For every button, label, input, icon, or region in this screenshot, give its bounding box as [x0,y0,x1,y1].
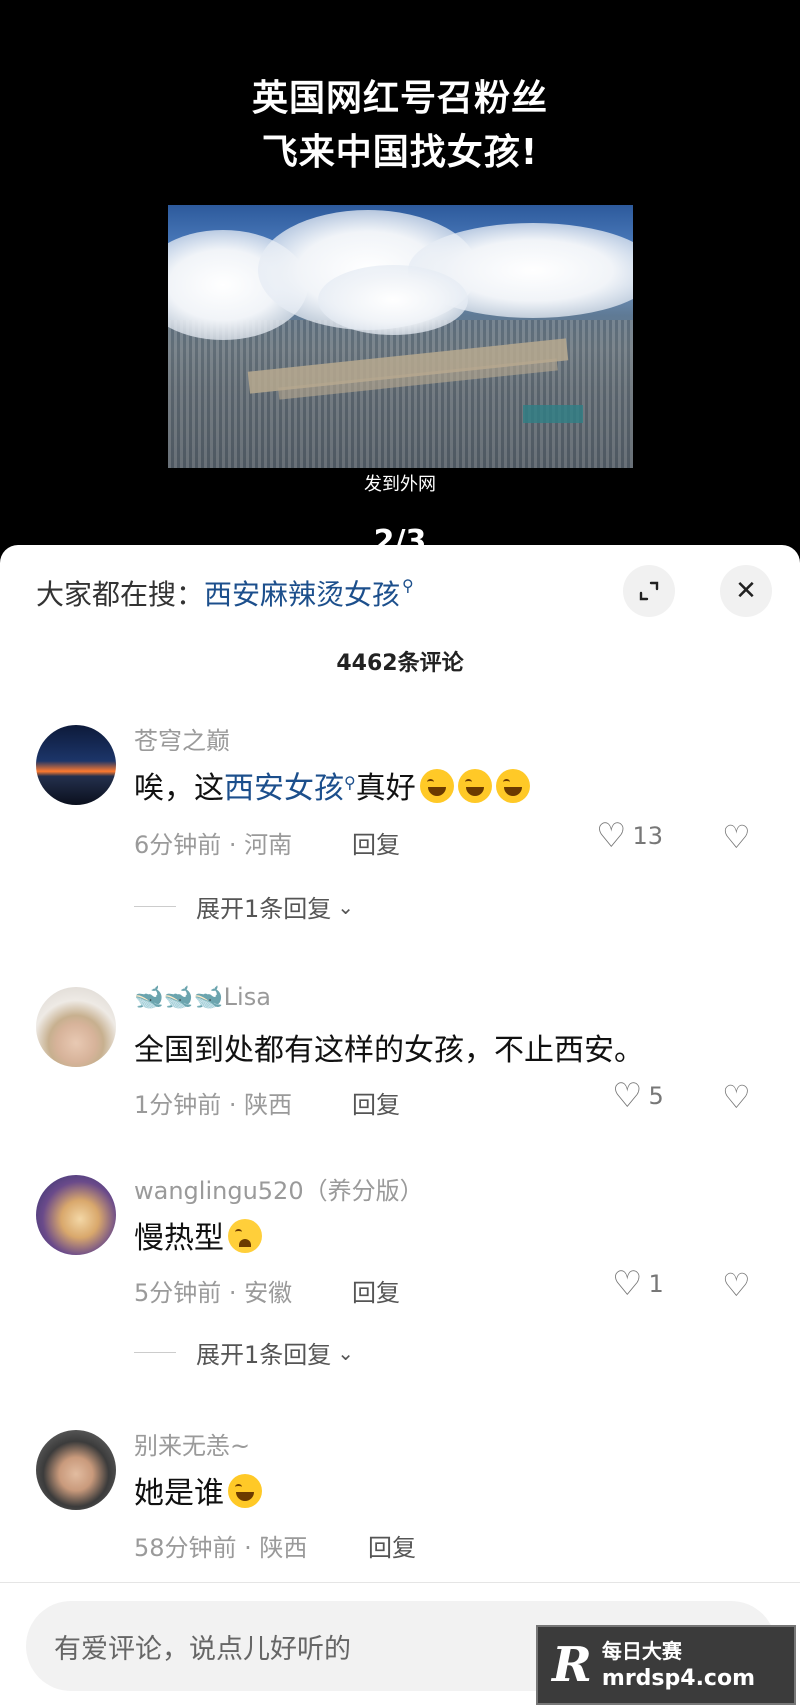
comment-username[interactable]: 🐋🐋🐋Lisa [134,983,271,1011]
dislike-heart-icon[interactable]: ♡ [722,1269,751,1301]
laughing-crying-emoji-icon [457,769,492,803]
comment-text: 她是谁 [134,1468,262,1512]
trending-search-label: 大家都在搜： [36,578,205,611]
watermark-name: 每日大赛 [601,1639,682,1663]
reply-button[interactable]: 回复 [368,1528,416,1563]
keyword-link[interactable]: 西安女孩 [224,771,344,806]
video-area[interactable]: 英国网红号召粉丝 飞来中国找女孩! 发到外网 2/3 [0,0,800,560]
heart-icon: ♡ [612,1264,643,1304]
reply-button[interactable]: 回复 [352,825,400,860]
video-title: 英国网红号召粉丝 飞来中国找女孩! [0,72,800,180]
like-button[interactable]: ♡ 5 [612,1079,664,1113]
avatar[interactable] [36,725,116,805]
laughing-crying-emoji-icon [495,769,530,803]
dislike-heart-icon[interactable]: ♡ [722,1081,751,1113]
like-button[interactable]: ♡ 1 [612,1267,664,1301]
chevron-down-icon: ⌄ [337,1340,355,1365]
avatar[interactable] [36,987,116,1067]
watermark-logo: R 每日大赛 mrdsp4.com [536,1625,796,1705]
heart-icon: ♡ [596,816,627,856]
reply-button[interactable]: 回复 [352,1273,400,1308]
comment-text: 唉，这西安女孩⚲真好 [134,763,530,807]
expand-sheet-button[interactable] [623,565,675,617]
dislike-heart-icon[interactable]: ♡ [722,821,751,853]
close-button[interactable]: ✕ [720,565,772,617]
comment-meta: 6分钟前 · 河南 [134,831,293,859]
expand-icon [639,581,659,601]
comment-meta: 5分钟前 · 安徽 [134,1279,293,1307]
expand-replies-button[interactable]: 展开1条回复 ⌄ [134,889,354,924]
comment-meta: 58分钟前 · 陕西 [134,1534,308,1562]
divider [0,1582,800,1583]
video-title-line2: 飞来中国找女孩! [261,132,539,173]
watermark-logo-letter: R [552,1637,592,1693]
like-button[interactable]: ♡ 13 [596,819,663,853]
comment-meta: 1分钟前 · 陕西 [134,1091,293,1119]
comment-count: 4462条评论 [336,651,464,676]
laughing-crying-emoji-icon [228,1474,262,1508]
crying-emoji-icon [228,1219,262,1253]
watermark-url: mrdsp4.com [601,1666,755,1691]
comment-input-placeholder: 有爱评论，说点儿好听的 [54,1633,351,1665]
chevron-down-icon: ⌄ [337,894,355,919]
comment-username[interactable]: 别来无恙~ [134,1426,250,1461]
trending-search[interactable]: 大家都在搜： 西安麻辣烫女孩 ⚲ [36,573,414,613]
like-count: 13 [632,822,664,850]
avatar[interactable] [36,1430,116,1510]
like-count: 5 [648,1082,664,1110]
avatar[interactable] [36,1175,116,1255]
comment-username[interactable]: 苍穹之巅 [134,721,230,756]
comment-username[interactable]: wanglingu520（养分版） [134,1171,424,1206]
comment-text: 全国到处都有这样的女孩，不止西安。 [134,1033,644,1068]
like-count: 1 [648,1270,664,1298]
search-icon: ⚲ [344,773,356,792]
search-icon: ⚲ [402,575,414,595]
laughing-crying-emoji-icon [419,769,454,803]
comment-text: 慢热型 [134,1213,262,1257]
heart-icon: ♡ [612,1076,643,1116]
expand-replies-button[interactable]: 展开1条回复 ⌄ [134,1335,354,1370]
comment-sheet: 大家都在搜： 西安麻辣烫女孩 ⚲ ✕ 4462条评论 苍穹之巅 唉，这西安女孩⚲… [0,545,800,1707]
video-title-line1: 英国网红号召粉丝 [251,78,548,119]
close-icon: ✕ [735,576,757,606]
trending-search-term[interactable]: 西安麻辣烫女孩 [204,573,400,613]
video-caption: 发到外网 [364,474,436,495]
aerial-airport-image [168,205,633,468]
reply-button[interactable]: 回复 [352,1085,400,1120]
